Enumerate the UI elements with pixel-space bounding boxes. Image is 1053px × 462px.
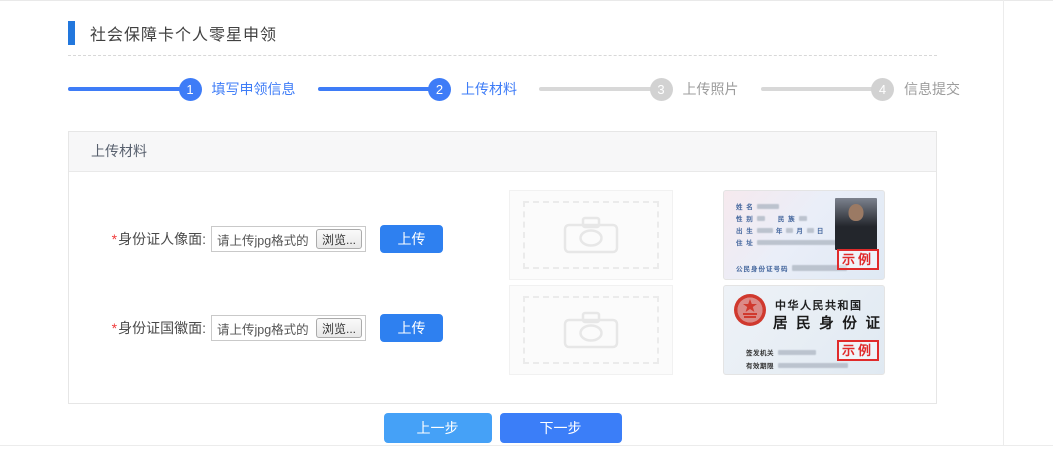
main-content: 社会保障卡个人零星申领 1 填写申领信息 2 上传材料 3 上传照片 4 信息提… [68, 0, 937, 443]
id-birth-row: 出 生 年 月 日 [736, 225, 824, 235]
id-address-row: 住 址 [736, 237, 849, 247]
id-front-label: *身份证人像面: [103, 229, 206, 249]
id-card-back-example: 中华人民共和国 居 民 身 份 证 签发机关 有效期限 示例 [723, 285, 885, 375]
card-title: 居 民 身 份 证 [773, 312, 883, 333]
id-card-front-example: 姓 名 性 别 民 族 出 生 年 [723, 190, 885, 280]
upload-materials-panel: 上传材料 *身份证人像面: 请上传jpg格式的 浏览... 上传 *身份证国徽面… [68, 131, 937, 404]
redacted-value [757, 204, 779, 209]
application-page: 社会保障卡个人零星申领 1 填写申领信息 2 上传材料 3 上传照片 4 信息提… [0, 0, 1053, 462]
required-asterisk: * [112, 320, 117, 336]
country-title: 中华人民共和国 [775, 297, 863, 313]
step-2-circle: 2 [428, 78, 451, 101]
step-2-line [318, 87, 431, 91]
year-label: 年 [776, 225, 784, 235]
next-step-button[interactable]: 下一步 [500, 413, 622, 443]
prev-step-button[interactable]: 上一步 [384, 413, 492, 443]
id-back-browse-button[interactable]: 浏览... [316, 318, 362, 338]
redacted-value [807, 228, 814, 233]
id-gender-row: 性 别 民 族 [736, 213, 807, 223]
redacted-value [799, 216, 807, 221]
redacted-value [757, 228, 773, 233]
example-column: 姓 名 性 别 民 族 出 生 年 [723, 190, 885, 380]
id-front-browse-button[interactable]: 浏览... [316, 229, 362, 249]
name-label: 姓 名 [736, 201, 754, 211]
step-3-line [539, 87, 652, 91]
example-stamp: 示例 [837, 249, 879, 270]
redacted-value [786, 228, 793, 233]
required-asterisk: * [112, 231, 117, 247]
issuer-label: 签发机关 [746, 347, 774, 357]
step-progress: 1 填写申领信息 2 上传材料 3 上传照片 4 信息提交 [68, 77, 960, 101]
id-back-file-input[interactable]: 请上传jpg格式的 浏览... [211, 315, 366, 341]
step-4-line [761, 87, 874, 91]
id-name-row: 姓 名 [736, 201, 779, 211]
step-2-label: 上传材料 [461, 79, 517, 99]
bottom-divider [0, 445, 1053, 446]
month-label: 月 [796, 225, 804, 235]
redacted-value [778, 363, 848, 368]
panel-body: *身份证人像面: 请上传jpg格式的 浏览... 上传 *身份证国徽面: 请上传… [69, 172, 936, 403]
id-front-file-input[interactable]: 请上传jpg格式的 浏览... [211, 226, 366, 252]
birth-label: 出 生 [736, 225, 754, 235]
validity-row: 有效期限 [746, 360, 848, 370]
example-stamp: 示例 [837, 340, 879, 361]
id-back-file-text: 请上传jpg格式的 [212, 319, 316, 338]
id-number-row: 公民身份证号码 [736, 263, 847, 273]
step-1-label: 填写申领信息 [212, 79, 296, 99]
id-back-label-text: 身份证国徽面: [118, 320, 206, 336]
id-front-label-text: 身份证人像面: [118, 231, 206, 247]
id-back-upload-button[interactable]: 上传 [380, 314, 443, 342]
portrait-head [849, 204, 864, 221]
national-emblem-icon [732, 292, 768, 328]
dashed-divider [68, 55, 937, 56]
step-3-label: 上传照片 [683, 79, 739, 99]
title-accent-bar [68, 21, 75, 45]
preview-column [509, 190, 673, 380]
redacted-value [757, 216, 765, 221]
title-row: 社会保障卡个人零星申领 [68, 20, 937, 46]
footer-buttons: 上一步 下一步 [68, 413, 937, 443]
step-1-line [68, 87, 181, 91]
right-divider [1003, 0, 1004, 445]
gender-label: 性 别 [736, 213, 754, 223]
step-4-circle: 4 [871, 78, 894, 101]
id-back-preview-placeholder [509, 285, 673, 375]
step-3-circle: 3 [650, 78, 673, 101]
issuer-row: 签发机关 [746, 347, 816, 357]
id-front-upload-button[interactable]: 上传 [380, 225, 443, 253]
panel-header: 上传材料 [69, 132, 936, 172]
page-title: 社会保障卡个人零星申领 [90, 21, 277, 45]
validity-label: 有效期限 [746, 360, 774, 370]
ethnic-label: 民 族 [778, 213, 796, 223]
day-label: 日 [817, 225, 825, 235]
redacted-value [778, 350, 816, 355]
camera-icon [560, 215, 622, 255]
id-front-preview-placeholder [509, 190, 673, 280]
step-4-label: 信息提交 [904, 79, 960, 99]
id-back-field-row: *身份证国徽面: 请上传jpg格式的 浏览... 上传 [103, 314, 443, 342]
id-number-label: 公民身份证号码 [736, 263, 789, 273]
id-back-label: *身份证国徽面: [103, 318, 206, 338]
id-front-file-text: 请上传jpg格式的 [212, 230, 316, 249]
step-1-circle: 1 [179, 78, 202, 101]
id-photo [835, 198, 877, 250]
id-front-field-row: *身份证人像面: 请上传jpg格式的 浏览... 上传 [103, 225, 443, 253]
camera-icon [560, 310, 622, 350]
address-label: 住 址 [736, 237, 754, 247]
